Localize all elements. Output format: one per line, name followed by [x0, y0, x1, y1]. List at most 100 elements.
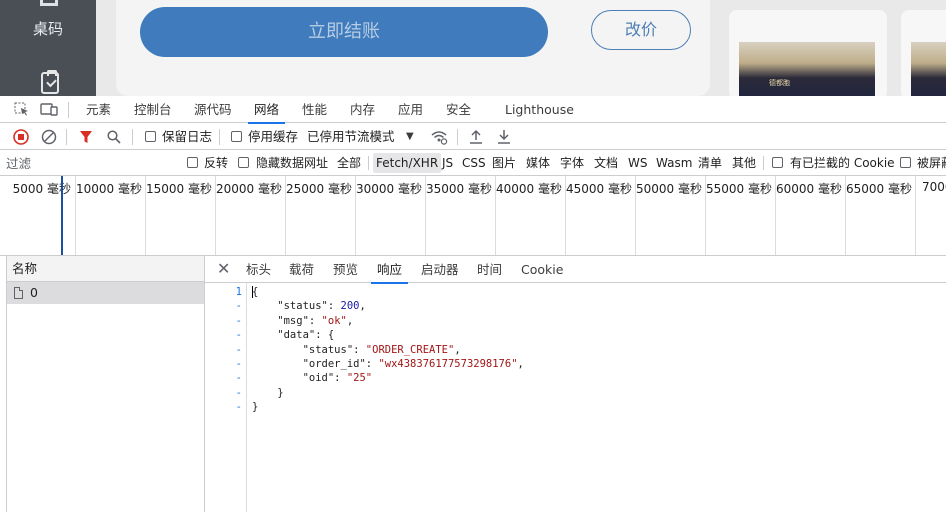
code-line: "data": { [252, 329, 335, 342]
inspect-element-icon[interactable] [14, 102, 29, 116]
code-line: "status": 200, [252, 300, 366, 313]
grid-icon [40, 0, 58, 6]
checkout-button[interactable]: 立即结账 [140, 7, 548, 57]
type-filter-font[interactable]: 字体 [560, 150, 584, 176]
type-filter-img[interactable]: 图片 [492, 150, 516, 176]
line-number: - [235, 358, 242, 370]
throttling-select[interactable]: 已停用节流模式 [307, 123, 395, 150]
line-number: - [235, 314, 242, 327]
timeline-tick: 40000 毫秒 [496, 176, 566, 255]
invert-label: 反转 [204, 156, 229, 170]
close-icon[interactable]: ✕ [217, 260, 230, 278]
export-har-icon[interactable] [497, 129, 511, 144]
detail-tabbar: ✕ 标头 载荷 预览 响应 启动器 时间 Cookie [205, 256, 946, 284]
preserve-log-checkbox[interactable] [145, 131, 156, 142]
clipboard-check-icon[interactable] [41, 70, 59, 94]
tab-initiator[interactable]: 启动器 [421, 256, 459, 283]
code-line: "oid": "25" [252, 372, 373, 385]
line-number: - [235, 386, 242, 399]
disable-cache-label: 停用缓存 [248, 129, 299, 144]
toolbar-divider [132, 129, 133, 145]
type-filter-doc[interactable]: 文档 [594, 150, 618, 176]
product-card[interactable]: 德都胞 [729, 10, 887, 96]
tab-headers[interactable]: 标头 [246, 256, 271, 283]
import-har-icon[interactable] [469, 129, 483, 144]
network-conditions-icon[interactable] [430, 129, 448, 145]
timeline-tick: 15000 毫秒 [146, 176, 216, 255]
code-line: "order_id": "wx438376177573298176", [252, 358, 524, 370]
toolbar-divider [68, 102, 69, 118]
network-overview-timeline[interactable]: 5000 毫秒 10000 毫秒 15000 毫秒 20000 毫秒 25000… [0, 176, 946, 256]
type-filter-js[interactable]: JS [442, 150, 453, 176]
tab-network[interactable]: 网络 [247, 96, 286, 124]
filter-icon[interactable] [79, 130, 93, 144]
blocked-cookies-label: 有已拦截的 Cookie [790, 156, 895, 170]
tab-lighthouse[interactable]: Lighthouse [505, 96, 574, 123]
tab-sources[interactable]: 源代码 [194, 96, 232, 123]
app-sidebar: 桌码 [0, 0, 96, 96]
hide-data-urls-checkbox[interactable] [238, 157, 249, 168]
tab-performance[interactable]: 性能 [302, 96, 327, 123]
search-icon[interactable] [107, 130, 121, 144]
request-row[interactable]: 0 [7, 282, 204, 304]
type-filter-ws[interactable]: WS [628, 150, 647, 176]
timeline-tick: 60000 毫秒 [776, 176, 846, 255]
reprice-button[interactable]: 改价 [591, 10, 691, 50]
type-filter-all[interactable]: 全部 [337, 150, 361, 176]
chevron-down-icon[interactable]: ▼ [406, 123, 414, 150]
toolbar-divider [219, 129, 220, 145]
type-filter-media[interactable]: 媒体 [526, 150, 550, 176]
device-toolbar-icon[interactable] [40, 102, 58, 116]
timeline-tick: 10000 毫秒 [76, 176, 146, 255]
code-line: "msg": "ok", [252, 314, 354, 327]
invert-checkbox[interactable] [187, 157, 198, 168]
filter-input[interactable] [6, 153, 174, 173]
timeline-tick: 25000 毫秒 [286, 176, 356, 255]
network-toolbar: 保留日志 停用缓存 已停用节流模式 ▼ [0, 123, 946, 150]
timeline-tick: 7000 [922, 180, 946, 194]
request-list: 名称 0 [6, 256, 205, 512]
record-stop-icon[interactable] [13, 129, 29, 145]
product-card[interactable] [901, 10, 946, 96]
type-filter-wasm[interactable]: Wasm [656, 150, 692, 176]
timeline-tick: 45000 毫秒 [566, 176, 636, 255]
tab-payload[interactable]: 载荷 [289, 256, 314, 283]
tab-elements[interactable]: 元素 [86, 96, 111, 123]
timeline-tick: 55000 毫秒 [706, 176, 776, 255]
type-filter-css[interactable]: CSS [462, 150, 486, 176]
product-image: 德都胞 [739, 42, 875, 96]
code-line: "status": "ORDER_CREATE", [252, 343, 461, 356]
code-line: } [252, 401, 259, 414]
tab-console[interactable]: 控制台 [134, 96, 172, 123]
line-number: 1 [235, 286, 242, 298]
request-name: 0 [30, 285, 38, 300]
hide-data-urls-label: 隐藏数据网址 [256, 156, 329, 170]
tab-response[interactable]: 响应 [370, 256, 409, 284]
name-column-header[interactable]: 名称 [7, 256, 204, 282]
sidebar-nav-label[interactable]: 桌码 [0, 18, 96, 39]
document-icon [14, 287, 23, 299]
preserve-log-label: 保留日志 [162, 129, 213, 144]
type-filter-other[interactable]: 其他 [732, 150, 756, 176]
line-number: - [235, 401, 242, 414]
response-body-viewer[interactable]: 1-------- { "status": 200, "msg": "ok", … [205, 283, 946, 512]
timeline-cursor[interactable] [61, 176, 63, 255]
type-filter-manifest[interactable]: 清单 [698, 150, 722, 176]
devtools-tabbar: 元素 控制台 源代码 网络 性能 内存 应用 安全 Lighthouse [0, 96, 946, 124]
tab-timing[interactable]: 时间 [477, 256, 502, 283]
blocked-cookies-checkbox[interactable] [772, 157, 783, 168]
tab-security[interactable]: 安全 [446, 96, 471, 123]
tab-memory[interactable]: 内存 [350, 96, 375, 123]
clear-icon[interactable] [41, 129, 57, 145]
app-background: 桌码 立即结账 改价 德都胞 [0, 0, 946, 96]
product-image [911, 42, 946, 96]
tab-cookies[interactable]: Cookie [521, 256, 563, 283]
disable-cache-checkbox[interactable] [231, 131, 242, 142]
tab-preview[interactable]: 预览 [333, 256, 358, 283]
blocked-requests-checkbox[interactable] [900, 157, 911, 168]
code-line: { [252, 286, 259, 298]
tab-application[interactable]: 应用 [398, 96, 423, 123]
type-filter-fetch-xhr[interactable]: Fetch/XHR [373, 153, 442, 173]
toolbar-divider [368, 156, 369, 170]
toolbar-divider [66, 129, 67, 145]
